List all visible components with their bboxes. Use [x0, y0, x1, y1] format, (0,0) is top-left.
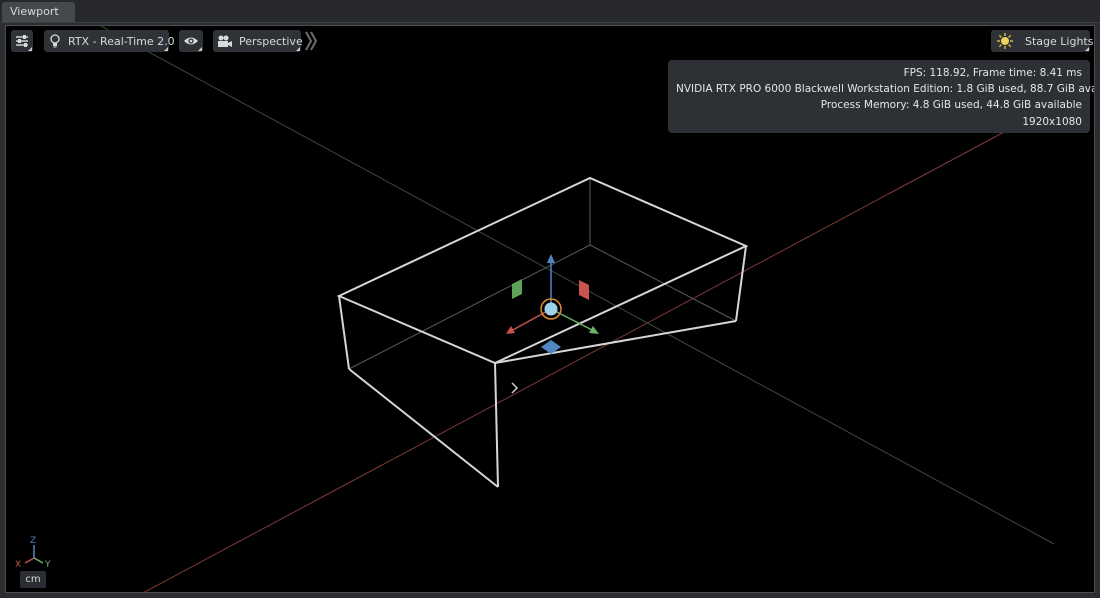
stats-overlay: FPS: 118.92, Frame time: 8.41 ms NVIDIA …: [668, 60, 1095, 133]
gizmo-center-handle[interactable]: [544, 302, 558, 316]
toolbar-expand-button[interactable]: [304, 30, 318, 52]
axis-y-label: Y: [44, 560, 51, 570]
lightbulb-icon: [50, 34, 60, 48]
double-chevron-right-icon: [305, 31, 317, 51]
viewport-settings-button[interactable]: [11, 30, 33, 52]
axis-orientation-gizmo: Z X Y: [15, 536, 51, 570]
gpu-memory-readout: NVIDIA RTX PRO 6000 Blackwell Workstatio…: [676, 83, 1095, 96]
eye-icon: [183, 36, 199, 46]
gizmo-xz-plane-handle[interactable]: [512, 279, 522, 299]
renderer-label: RTX - Real-Time 2.0: [68, 34, 175, 48]
gizmo-x-arrow[interactable]: [510, 308, 552, 332]
tab-viewport[interactable]: Viewport: [2, 2, 75, 22]
tab-bar: Viewport: [0, 0, 1100, 23]
viewport-canvas[interactable]: RTX - Real-Time 2.0 Perspective Stage Li…: [5, 25, 1095, 593]
resolution-readout: 1920x1080: [1022, 115, 1082, 128]
fps-readout: FPS: 118.92, Frame time: 8.41 ms: [903, 67, 1082, 79]
sun-icon: [997, 33, 1013, 49]
stage-lights-button[interactable]: Stage Lights: [991, 30, 1094, 52]
camera-icon: [217, 35, 233, 48]
pivot-marker: [511, 382, 519, 394]
camera-button[interactable]: Perspective: [213, 30, 303, 52]
renderer-button[interactable]: RTX - Real-Time 2.0: [44, 30, 175, 52]
gizmo-z-arrowhead[interactable]: [547, 254, 555, 263]
selection-box-outline[interactable]: [336, 176, 749, 488]
units-badge: cm: [20, 571, 46, 588]
sliders-icon: [15, 35, 29, 47]
world-x-axis-line: [143, 130, 1007, 592]
gizmo-yz-plane-handle[interactable]: [579, 280, 589, 300]
axis-x-label: X: [15, 560, 21, 570]
visibility-button[interactable]: [179, 30, 203, 52]
axis-z-label: Z: [30, 536, 36, 546]
camera-label: Perspective: [239, 34, 303, 48]
process-memory-readout: Process Memory: 4.8 GiB used, 44.8 GiB a…: [820, 99, 1082, 112]
stage-lights-label: Stage Lights: [1025, 34, 1094, 48]
transform-gizmo[interactable]: [506, 254, 599, 354]
